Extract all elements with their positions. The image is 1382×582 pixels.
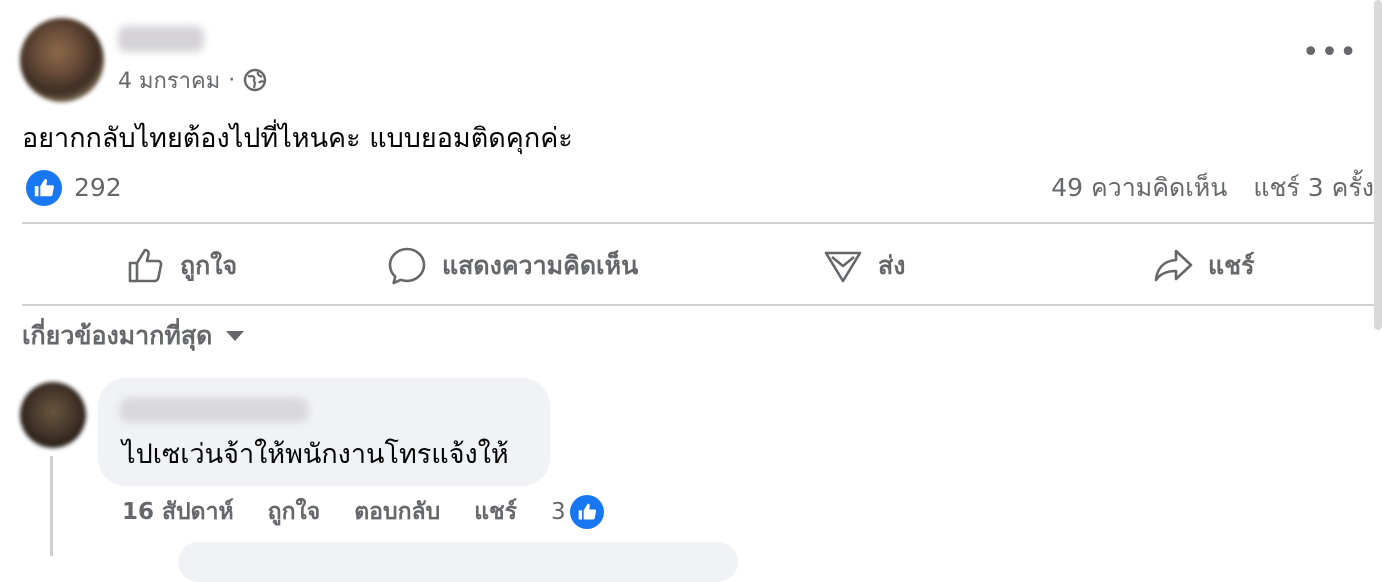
comment-reactions[interactable]: 3: [551, 495, 638, 529]
shares-count[interactable]: แชร์ 3 ครั้ง: [1253, 170, 1374, 206]
more-options-icon[interactable]: •••: [1302, 38, 1358, 68]
commenter-name-blurred[interactable]: [120, 398, 308, 422]
send-button[interactable]: ส่ง: [822, 242, 905, 290]
post-date[interactable]: 4 มกราคม: [118, 63, 220, 98]
like-reaction-icon: [569, 495, 604, 529]
comment-button[interactable]: แสดงความคิดเห็น: [386, 242, 638, 290]
comments-count[interactable]: 49 ความคิดเห็น: [1051, 170, 1227, 206]
like-button-label: ถูกใจ: [180, 251, 238, 280]
share-button[interactable]: แชร์: [1152, 242, 1255, 290]
reaction-count[interactable]: 292: [74, 170, 122, 206]
divider: [22, 222, 1374, 224]
reply-bubble: [178, 542, 738, 582]
comment-sort-dropdown[interactable]: เกี่ยวข้องมากที่สุด: [22, 316, 245, 356]
sort-label: เกี่ยวข้องมากที่สุด: [22, 321, 213, 350]
share-button-label: แชร์: [1208, 251, 1255, 280]
author-name-blurred[interactable]: [118, 26, 204, 52]
comment-like-button[interactable]: ถูกใจ: [268, 494, 321, 530]
post-meta: 4 มกราคม ·: [118, 64, 267, 96]
like-icon: [126, 246, 166, 286]
send-icon: [822, 245, 864, 287]
thread-line: [50, 456, 53, 556]
commenter-avatar[interactable]: [20, 382, 86, 448]
globe-icon: [243, 68, 267, 92]
caret-down-icon: [226, 331, 245, 341]
send-button-label: ส่ง: [878, 251, 906, 280]
comment-actions: 16 สัปดาห์ ถูกใจ ตอบกลับ แชร์ 3: [122, 494, 638, 530]
comment-time[interactable]: 16 สัปดาห์: [122, 494, 234, 530]
post-text: อยากกลับไทยต้องไปที่ไหนคะ แบบยอมติดคุกค่…: [22, 123, 573, 154]
divider: [22, 304, 1374, 306]
share-icon: [1152, 245, 1194, 287]
like-reaction-icon[interactable]: [26, 170, 62, 206]
meta-separator: ·: [228, 67, 236, 93]
author-avatar[interactable]: [20, 18, 104, 102]
post-stats: 49 ความคิดเห็น แชร์ 3 ครั้ง: [1051, 170, 1374, 206]
like-button[interactable]: ถูกใจ: [126, 242, 237, 290]
comment-button-label: แสดงความคิดเห็น: [442, 251, 639, 280]
comment-share-button[interactable]: แชร์: [474, 494, 517, 530]
scrollbar[interactable]: [1374, 0, 1382, 330]
comment-icon: [386, 245, 428, 287]
comment-reply-button[interactable]: ตอบกลับ: [354, 494, 440, 530]
comment-text: ไปเซเว่นจ้าให้พนักงานโทรแจ้งให้: [122, 439, 509, 470]
comment-reaction-count: 3: [551, 499, 566, 525]
